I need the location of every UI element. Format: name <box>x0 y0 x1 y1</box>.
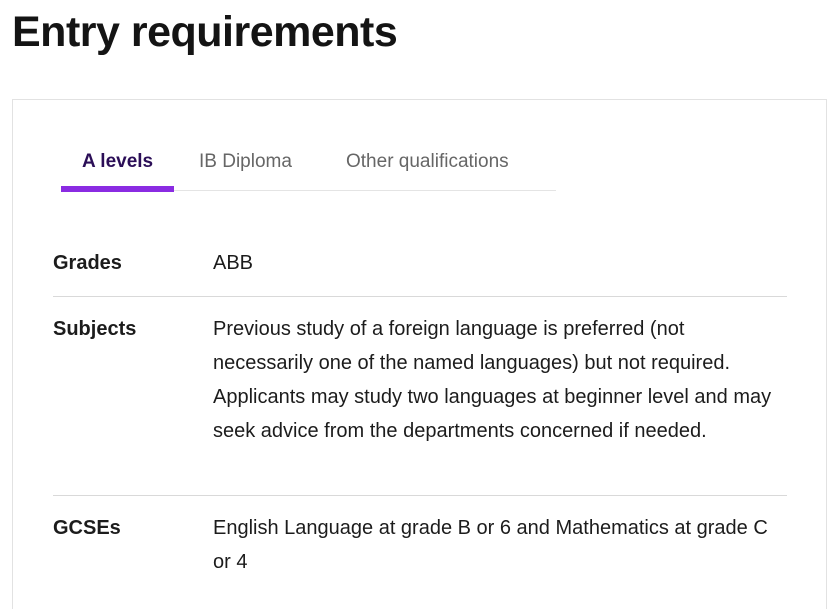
table-row-gcses: GCSEs English Language at grade B or 6 a… <box>53 496 787 579</box>
entry-requirements-card: A levels IB Diploma Other qualifications… <box>12 99 827 609</box>
row-label-grades: Grades <box>53 252 122 274</box>
row-label-gcses: GCSEs <box>53 517 121 539</box>
requirements-table: Grades ABB Subjects Previous study of a … <box>53 232 787 579</box>
row-value-subjects: Previous study of a foreign language is … <box>213 318 772 442</box>
tab-a-levels[interactable]: A levels <box>61 138 174 192</box>
tab-other-qualifications[interactable]: Other qualifications <box>308 138 556 191</box>
row-label-subjects: Subjects <box>53 318 137 340</box>
table-row-grades: Grades ABB <box>53 232 787 297</box>
page-title: Entry requirements <box>12 8 398 56</box>
qualification-tabs: A levels IB Diploma Other qualifications <box>61 138 556 192</box>
row-value-gcses: English Language at grade B or 6 and Mat… <box>213 517 768 573</box>
row-value-grades: ABB <box>213 252 254 274</box>
tab-ib-diploma[interactable]: IB Diploma <box>174 138 308 191</box>
table-row-subjects: Subjects Previous study of a foreign lan… <box>53 297 787 496</box>
